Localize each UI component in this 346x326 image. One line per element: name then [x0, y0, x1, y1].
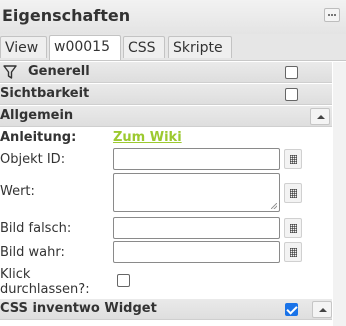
- tab-css[interactable]: CSS: [123, 36, 165, 58]
- wert-label: Wert:: [0, 184, 35, 199]
- wiki-link[interactable]: Zum Wiki: [113, 130, 182, 145]
- bild-wahr-input[interactable]: [113, 241, 280, 263]
- bild-falsch-select-button[interactable]: [284, 218, 302, 238]
- bild-wahr-label: Bild wahr:: [0, 245, 65, 260]
- list-icon: [290, 248, 297, 257]
- filter-icon: [3, 65, 17, 79]
- tab-w00015[interactable]: w00015: [49, 35, 121, 60]
- anleitung-label: Anleitung:: [0, 130, 77, 145]
- scrollbar[interactable]: [333, 62, 346, 326]
- section-sichtbarkeit[interactable]: Sichtbarkeit: [0, 84, 332, 105]
- chevron-up-icon[interactable]: [310, 108, 330, 125]
- tab-skripte[interactable]: Skripte: [168, 36, 232, 58]
- section-css-inventwo-widget[interactable]: CSS inventwo Widget: [0, 299, 332, 320]
- generell-checkbox[interactable]: [285, 66, 298, 79]
- wert-select-button[interactable]: [284, 183, 302, 203]
- objekt-id-label: Objekt ID:: [0, 152, 66, 167]
- section-allgemein[interactable]: Allgemein: [0, 106, 332, 127]
- list-icon: [290, 224, 297, 233]
- bild-wahr-select-button[interactable]: [284, 242, 302, 262]
- objekt-id-select-button[interactable]: [284, 149, 302, 169]
- tab-bar: View w00015 CSS Skripte: [0, 34, 346, 61]
- sichtbarkeit-checkbox[interactable]: [285, 88, 298, 101]
- section-generell[interactable]: Generell: [0, 62, 332, 83]
- klick-durchlassen-label: Klick durchlassen?:: [0, 267, 90, 297]
- section-label-allgemein: Allgemein: [0, 108, 74, 123]
- list-icon: [290, 189, 297, 198]
- panel-title: Eigenschaften: [2, 6, 131, 25]
- properties-panel: Eigenschaften View w00015 CSS Skripte Ge…: [0, 0, 346, 326]
- section-label-sichtbarkeit: Sichtbarkeit: [0, 86, 90, 101]
- grip-dots-icon[interactable]: [324, 8, 340, 22]
- wert-textarea[interactable]: [113, 173, 280, 212]
- tab-view[interactable]: View: [0, 36, 47, 58]
- panel-title-bar: Eigenschaften: [0, 0, 346, 35]
- list-icon: [290, 155, 297, 164]
- css-widget-checkbox[interactable]: [285, 303, 298, 316]
- bild-falsch-input[interactable]: [113, 217, 280, 239]
- section-label-generell: Generell: [28, 64, 90, 79]
- chevron-up-icon[interactable]: [312, 301, 332, 318]
- objekt-id-input[interactable]: [113, 148, 280, 170]
- section-label-css-widget: CSS inventwo Widget: [0, 301, 157, 316]
- bild-falsch-label: Bild falsch:: [0, 221, 72, 236]
- klick-durchlassen-checkbox[interactable]: [117, 274, 130, 287]
